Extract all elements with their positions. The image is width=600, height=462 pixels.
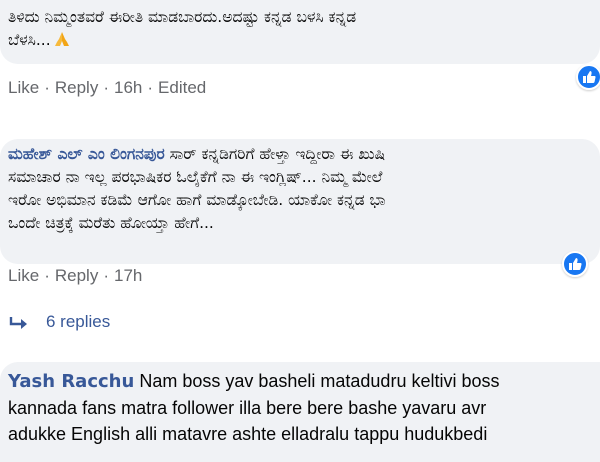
comment-text: ಬೆಳಸಿ...: [8, 29, 600, 52]
separator: ·: [44, 266, 50, 285]
separator: ·: [103, 266, 109, 285]
comment-text: adukke English alli matavre ashte elladr…: [8, 424, 488, 444]
comment-bubble: ತಿಳಿದು ನಿಮ್ಮಂತವರೆ ಈರೀತಿ ಮಾಡಬಾರದು.ಅದಷ್ಟು …: [0, 0, 600, 64]
separator: ·: [44, 78, 50, 97]
like-link[interactable]: Like: [8, 78, 39, 97]
reply-link[interactable]: Reply: [55, 266, 98, 285]
comment-actions: Like · Reply · 17h: [8, 266, 142, 286]
comment-text: ಸಾರ್ ಕನ್ನಡಿಗರಿಗೆ ಹೇಳ್ತಾ ಇದ್ದೀರಾ ಈ ಖುಷಿ: [164, 145, 386, 163]
reply-arrow-icon: [8, 315, 32, 331]
timestamp-link[interactable]: 17h: [114, 266, 142, 285]
folded-hands-icon: [54, 32, 69, 46]
comment-actions: Like · Reply · 16h · Edited: [8, 78, 206, 98]
comment-text: ತಿಳಿದು ನಿಮ್ಮಂತವರೆ ಈರೀತಿ ಮಾಡಬಾರದು.ಅದಷ್ಟು …: [8, 8, 357, 26]
comment-text-fragment: ಬೆಳಸಿ...: [8, 31, 51, 49]
comment-first-line: ಮಹೇಶ್ ಎಲ್ ಎಂ ಲಿಂಗನಪುರ ಸಾರ್ ಕನ್ನಡಿಗರಿಗೆ ಹ…: [8, 143, 600, 166]
separator: ·: [147, 78, 154, 97]
comment-text: ಒಂದೇ ಚಿತ್ರಕ್ಕೆ ಮರೆತು ಹೋಯ್ತಾ ಹೇಗೆ...: [8, 214, 214, 232]
comment-bubble: Yash Racchu Nam boss yav basheli matadud…: [0, 362, 600, 462]
comment-first-line: Yash Racchu Nam boss yav basheli matadud…: [8, 368, 600, 395]
like-thumb-icon[interactable]: [562, 251, 588, 277]
like-thumb-icon[interactable]: [576, 64, 600, 90]
replies-count: 6 replies: [46, 312, 111, 331]
comment-author-link[interactable]: ಮಹೇಶ್ ಎಲ್ ಎಂ ಲಿಂಗನಪುರ: [8, 145, 165, 163]
timestamp-link[interactable]: 16h: [114, 78, 142, 97]
edited-label[interactable]: Edited: [158, 78, 206, 97]
comment-text: ಇರೋ ಅಭಿಮಾನ ಕಡಿಮೆ ಆಗೋ ಹಾಗೆ ಮಾಡ್ಕೋಬೇಡಿ. ಯಾ…: [8, 191, 386, 209]
view-replies-link[interactable]: 6 replies: [8, 312, 110, 332]
like-link[interactable]: Like: [8, 266, 39, 285]
comment-text: ಸಮಾಚಾರ ನಾ ಇಲ್ಲ ಪರಭಾಷಿಕರ ಓಲೈಕೆಗೆ ನಾ ಈ ಇಂಗ…: [8, 168, 383, 186]
comment-text: Nam boss yav basheli matadudru keltivi b…: [134, 371, 500, 391]
comment-text: kannada fans matra follower illa bere be…: [8, 398, 487, 418]
comment-bubble: ಮಹೇಶ್ ಎಲ್ ಎಂ ಲಿಂಗನಪುರ ಸಾರ್ ಕನ್ನಡಿಗರಿಗೆ ಹ…: [0, 139, 600, 264]
separator: ·: [103, 78, 109, 97]
reply-link[interactable]: Reply: [55, 78, 98, 97]
comment-author-link[interactable]: Yash Racchu: [8, 371, 134, 392]
